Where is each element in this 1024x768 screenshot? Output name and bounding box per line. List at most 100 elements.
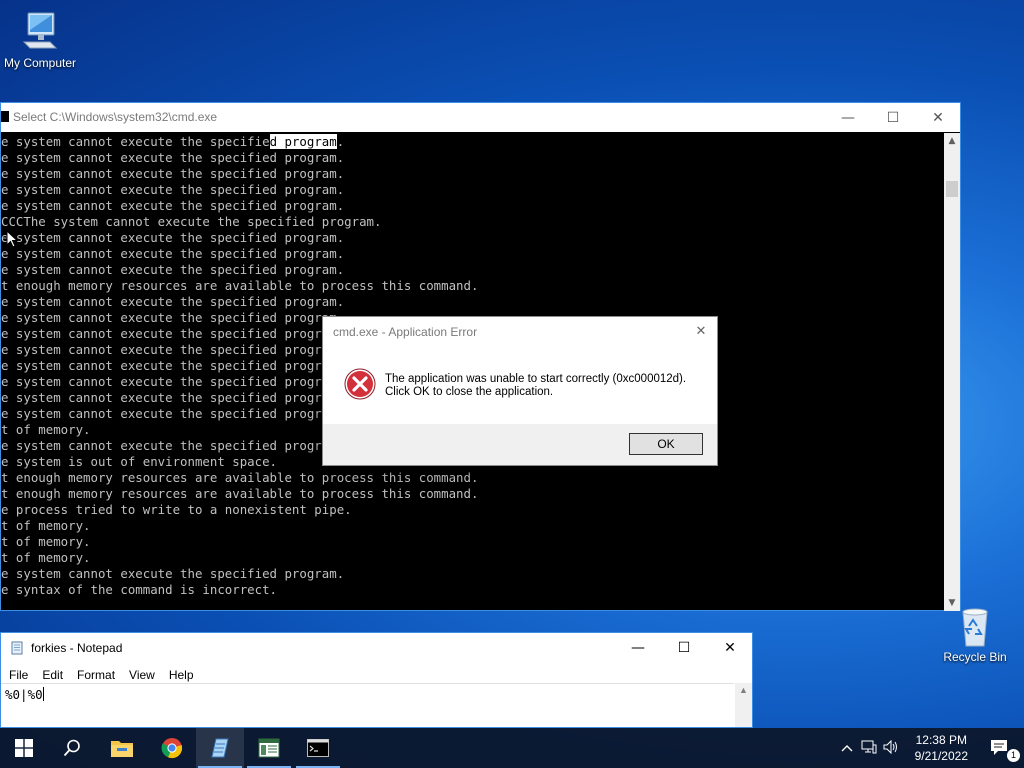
scroll-up-icon[interactable]: ▲ bbox=[944, 133, 960, 149]
show-hidden-icons-icon[interactable] bbox=[836, 741, 858, 755]
taskbar-notepad[interactable] bbox=[196, 728, 244, 768]
console-line: e syntax of the command is incorrect. bbox=[1, 582, 278, 597]
cmd-window-title: Select C:\Windows\system32\cmd.exe bbox=[13, 110, 218, 124]
computer-icon bbox=[20, 10, 60, 54]
console-line: e system cannot execute the specified pr… bbox=[1, 262, 345, 277]
console-line: CCCThe system cannot execute the specifi… bbox=[1, 214, 382, 229]
console-line: e system cannot execute the specified pr… bbox=[1, 246, 345, 261]
taskbar-chrome[interactable] bbox=[148, 728, 196, 768]
console-line: e system cannot execute the specified pr… bbox=[1, 438, 345, 453]
notepad-minimize-button[interactable]: — bbox=[615, 633, 661, 663]
error-icon bbox=[344, 368, 376, 400]
console-line-text: e system cannot execute the specifie bbox=[1, 134, 270, 149]
mouse-cursor-icon bbox=[6, 230, 18, 248]
dialog-close-button[interactable]: ✕ bbox=[689, 319, 713, 343]
notepad-text: %0|%0 bbox=[5, 687, 43, 702]
ok-button[interactable]: OK bbox=[629, 433, 703, 455]
console-line: e system cannot execute the specified pr… bbox=[1, 342, 345, 357]
network-icon[interactable] bbox=[858, 740, 880, 757]
search-icon bbox=[63, 739, 80, 757]
console-line: e system cannot execute the specified pr… bbox=[1, 198, 345, 213]
console-line: e system cannot execute the specified pr… bbox=[1, 150, 345, 165]
notification-count-badge: 1 bbox=[1007, 749, 1020, 762]
console-line: t of memory. bbox=[1, 534, 91, 549]
notepad-menu-bar: File Edit Format View Help bbox=[1, 665, 201, 685]
console-line: e system cannot execute the specified pr… bbox=[1, 182, 345, 197]
action-center-button[interactable]: 1 bbox=[976, 728, 1024, 768]
notepad-text-area[interactable]: %0|%0 bbox=[1, 683, 734, 728]
notepad-close-button[interactable]: ✕ bbox=[707, 633, 753, 663]
notepad-window[interactable]: forkies - Notepad — ☐ ✕ File Edit Format… bbox=[0, 632, 753, 728]
taskbar: 12:38 PM 9/21/2022 1 bbox=[0, 728, 1024, 768]
console-line: e system cannot execute the specified pr… bbox=[1, 374, 345, 389]
console-line-text: . bbox=[336, 134, 345, 149]
recycle-bin-icon bbox=[955, 604, 995, 648]
cmd-window-icon bbox=[1, 111, 9, 122]
console-line: t enough memory resources are available … bbox=[1, 486, 479, 501]
console-line: e system cannot execute the specified pr… bbox=[1, 310, 345, 325]
notepad-content: %0|%0 bbox=[5, 687, 44, 702]
cmd-icon bbox=[307, 739, 329, 757]
search-button[interactable] bbox=[48, 728, 96, 768]
start-button[interactable] bbox=[0, 728, 48, 768]
menu-view[interactable]: View bbox=[122, 665, 162, 685]
console-line: e system cannot execute the specified pr… bbox=[1, 358, 345, 373]
app-icon bbox=[258, 738, 280, 758]
console-line: e system cannot execute the specified pr… bbox=[1, 406, 345, 421]
cmd-title-bar[interactable]: Select C:\Windows\system32\cmd.exe — ☐ ✕ bbox=[1, 103, 960, 132]
console-line: e system cannot execute the specified pr… bbox=[1, 326, 345, 341]
clock-date: 9/21/2022 bbox=[914, 749, 968, 763]
cmd-close-button[interactable]: ✕ bbox=[915, 103, 961, 132]
start-icon bbox=[15, 739, 33, 757]
volume-icon[interactable] bbox=[880, 739, 902, 757]
notepad-icon bbox=[211, 738, 229, 758]
console-selection: d program bbox=[269, 134, 337, 149]
console-line: e system cannot execute the specified pr… bbox=[1, 566, 345, 581]
console-line: t enough memory resources are available … bbox=[1, 278, 479, 293]
my-computer-label: My Computer bbox=[3, 56, 77, 70]
console-line: t of memory. bbox=[1, 422, 91, 437]
dialog-message-line: The application was unable to start corr… bbox=[385, 373, 687, 385]
recycle-bin-shortcut[interactable]: Recycle Bin bbox=[935, 604, 1015, 664]
notepad-vertical-scrollbar[interactable]: ▲ bbox=[735, 683, 752, 727]
cmd-scroll-thumb[interactable] bbox=[946, 181, 958, 197]
console-line: t of memory. bbox=[1, 518, 91, 533]
console-line: e system cannot execute the specified pr… bbox=[1, 390, 345, 405]
taskbar-file-explorer[interactable] bbox=[98, 728, 146, 768]
taskbar-app[interactable] bbox=[245, 728, 293, 768]
menu-format[interactable]: Format bbox=[70, 665, 122, 685]
console-line: e system cannot execute the specified pr… bbox=[1, 294, 345, 309]
console-line: e system cannot execute the specified pr… bbox=[1, 166, 345, 181]
console-line: e system cannot execute the specified pr… bbox=[1, 230, 345, 245]
console-line: t of memory. bbox=[1, 550, 91, 565]
console-line: e process tried to write to a nonexisten… bbox=[1, 502, 352, 517]
recycle-bin-label: Recycle Bin bbox=[943, 650, 1007, 664]
menu-help[interactable]: Help bbox=[162, 665, 201, 685]
taskbar-cmd[interactable] bbox=[294, 728, 342, 768]
my-computer-shortcut[interactable]: My Computer bbox=[0, 10, 80, 70]
cmd-minimize-button[interactable]: — bbox=[825, 103, 871, 132]
chrome-icon bbox=[161, 738, 183, 759]
dialog-message-line: Click OK to close the application. bbox=[385, 386, 554, 398]
system-tray bbox=[836, 728, 902, 768]
console-line-selected: e system cannot execute the specified pr… bbox=[1, 134, 344, 150]
menu-edit[interactable]: Edit bbox=[35, 665, 70, 685]
dialog-title: cmd.exe - Application Error bbox=[333, 325, 478, 339]
clock-time: 12:38 PM bbox=[915, 733, 967, 747]
menu-file[interactable]: File bbox=[1, 665, 35, 685]
notepad-title: forkies - Notepad bbox=[31, 641, 123, 655]
taskbar-clock[interactable]: 12:38 PM 9/21/2022 bbox=[915, 732, 968, 764]
text-caret bbox=[42, 687, 44, 701]
notepad-icon bbox=[10, 641, 24, 655]
console-line: e system is out of environment space. bbox=[1, 454, 278, 469]
console-line: t enough memory resources are available … bbox=[1, 470, 479, 485]
dialog-message: The application was unable to start corr… bbox=[385, 373, 686, 399]
file-explorer-icon bbox=[111, 741, 133, 757]
dialog-footer: OK bbox=[323, 424, 717, 465]
notepad-maximize-button[interactable]: ☐ bbox=[661, 633, 707, 663]
cmd-vertical-scrollbar[interactable]: ▲ ▼ bbox=[944, 133, 960, 611]
scroll-down-icon[interactable]: ▼ bbox=[944, 595, 960, 611]
scroll-up-icon[interactable]: ▲ bbox=[735, 683, 752, 697]
application-error-dialog[interactable]: cmd.exe - Application Error ✕ The applic… bbox=[322, 316, 718, 466]
cmd-maximize-button[interactable]: ☐ bbox=[870, 103, 916, 132]
